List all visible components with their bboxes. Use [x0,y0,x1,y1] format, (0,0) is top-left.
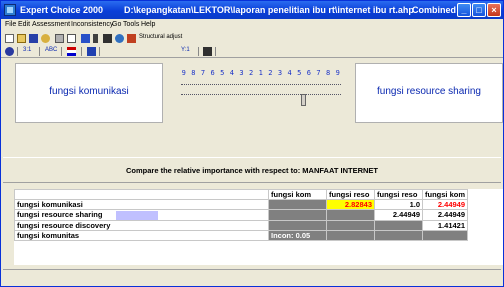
matrix-cell [374,219,423,231]
table-row: fungsi resource sharing 2.44949 2.44949 [14,209,469,221]
preview-icon[interactable] [67,34,76,43]
menu-edit[interactable]: Edit [18,21,30,28]
table-row: fungsi resource discovery 1.41421 [14,219,469,231]
new-file-icon[interactable] [5,34,14,43]
divider [81,47,82,56]
participants-icon[interactable] [115,34,124,43]
app-window: Expert Choice 2000 D:\kepangkatan\LEKTOR… [0,0,504,287]
matrix-cell[interactable]: 1.41421 [421,219,469,231]
compare-prompt: Compare the relative importance with res… [3,157,501,183]
graphical-mode-icon[interactable] [67,47,76,56]
verbal-mode-label[interactable]: ABC [45,47,57,53]
row-header[interactable]: fungsi resource discovery [14,219,269,231]
menu-assessment[interactable]: Assessment [32,21,70,28]
minimize-button[interactable]: _ [457,3,471,17]
comparison-matrix: fungsi kom fungsi reso fungsi reso fungs… [14,189,503,265]
scale-dots-bottom [181,94,341,95]
model-view-icon[interactable] [81,34,90,43]
matrix-cell [268,219,327,231]
row-label: fungsi resource sharing [17,210,103,219]
status-bar [3,269,501,286]
table-row: fungsi komunitas Incon: 0.05 [14,229,469,241]
structural-adjust-icon[interactable] [127,34,136,43]
edit-icon[interactable] [41,34,50,43]
open-folder-icon[interactable] [17,34,26,43]
matrix-cell-selected[interactable]: 2.82843 [326,199,375,210]
file-path: D:\kepangkatan\LEKTOR\laporan penelitian… [124,5,414,15]
row-header[interactable]: fungsi komunitas [14,229,269,241]
app-icon [4,4,16,16]
inverse-label[interactable]: Y:1 [181,47,190,53]
matrix-cell[interactable]: 1.0 [374,199,423,210]
matrix-cell [326,229,375,241]
matrix-cell [326,209,375,221]
binoculars-icon[interactable] [5,47,14,56]
divider [99,47,100,56]
save-icon[interactable] [29,34,38,43]
menu-go[interactable]: Go [112,21,121,28]
column-header[interactable]: fungsi reso [326,189,375,200]
row-header[interactable]: fungsi resource sharing [14,209,269,221]
scale-numbers: 9 8 7 6 5 4 3 2 1 2 3 4 5 6 7 8 9 [181,69,341,77]
divider [215,47,216,56]
questionnaire-icon[interactable] [87,47,96,56]
compare-text: Compare the relative importance with res… [126,166,378,175]
scale-track[interactable] [181,82,341,106]
matrix-cell [421,229,469,241]
left-element-label: fungsi komunikasi [49,86,129,97]
column-header[interactable]: fungsi reso [374,189,423,200]
matrix-header-row: fungsi kom fungsi reso fungsi reso fungs… [14,189,469,200]
data-grid-icon[interactable] [103,34,112,43]
divider [198,47,199,56]
scale-dots-top [181,84,341,85]
matrix-cell [268,199,327,210]
maximize-button[interactable]: □ [472,3,486,17]
app-name: Expert Choice 2000 [20,5,104,15]
column-header[interactable]: fungsi kom [268,189,327,200]
column-header[interactable]: fungsi kom [421,189,469,200]
note-icon[interactable] [93,34,98,43]
assessment-toolbar: 3:1 ABC Y:1 [1,45,503,58]
matrix-corner [14,189,269,200]
matrix-cell [374,229,423,241]
matrix-icon[interactable] [203,47,212,56]
print-icon[interactable] [55,34,64,43]
left-element-box: fungsi komunikasi [15,63,163,123]
main-toolbar: Structural adjust [1,32,503,45]
title-bar[interactable]: Expert Choice 2000 D:\kepangkatan\LEKTOR… [1,1,503,19]
numerical-mode-label[interactable]: 3:1 [23,47,31,53]
matrix-cell[interactable]: 2.44949 [421,199,469,210]
menu-help[interactable]: Help [141,21,155,28]
matrix-cell [326,219,375,231]
mode-label: Combined [412,5,456,15]
matrix-cell[interactable]: 2.44949 [421,209,469,221]
menu-tools[interactable]: Tools [123,21,139,28]
structural-adjust-label[interactable]: Structural adjust [139,34,182,40]
slider-thumb[interactable] [301,94,306,106]
matrix-cell[interactable]: 2.44949 [374,209,423,221]
menu-inconsistency[interactable]: Inconsistency [71,21,113,28]
divider [61,47,62,56]
divider [17,47,18,56]
inconsistency-ratio: Incon: 0.05 [268,229,327,241]
right-element-box: fungsi resource sharing [355,63,503,123]
menu-file[interactable]: File [5,21,16,28]
table-row: fungsi komunikasi 2.82843 1.0 2.44949 [14,199,469,210]
pairwise-panel: fungsi komunikasi 9 8 7 6 5 4 3 2 1 2 3 … [3,61,503,153]
menu-bar: File Edit Assessment Inconsistency Go To… [1,19,503,32]
matrix-cell [268,209,327,221]
selection-marker [116,210,159,220]
row-header[interactable]: fungsi komunikasi [14,199,269,210]
comparison-scale[interactable]: 9 8 7 6 5 4 3 2 1 2 3 4 5 6 7 8 9 [171,69,351,113]
close-button[interactable]: × [487,3,501,17]
matrix-table: fungsi kom fungsi reso fungsi reso fungs… [14,189,469,241]
divider [39,47,40,56]
right-element-label: fungsi resource sharing [377,86,481,97]
